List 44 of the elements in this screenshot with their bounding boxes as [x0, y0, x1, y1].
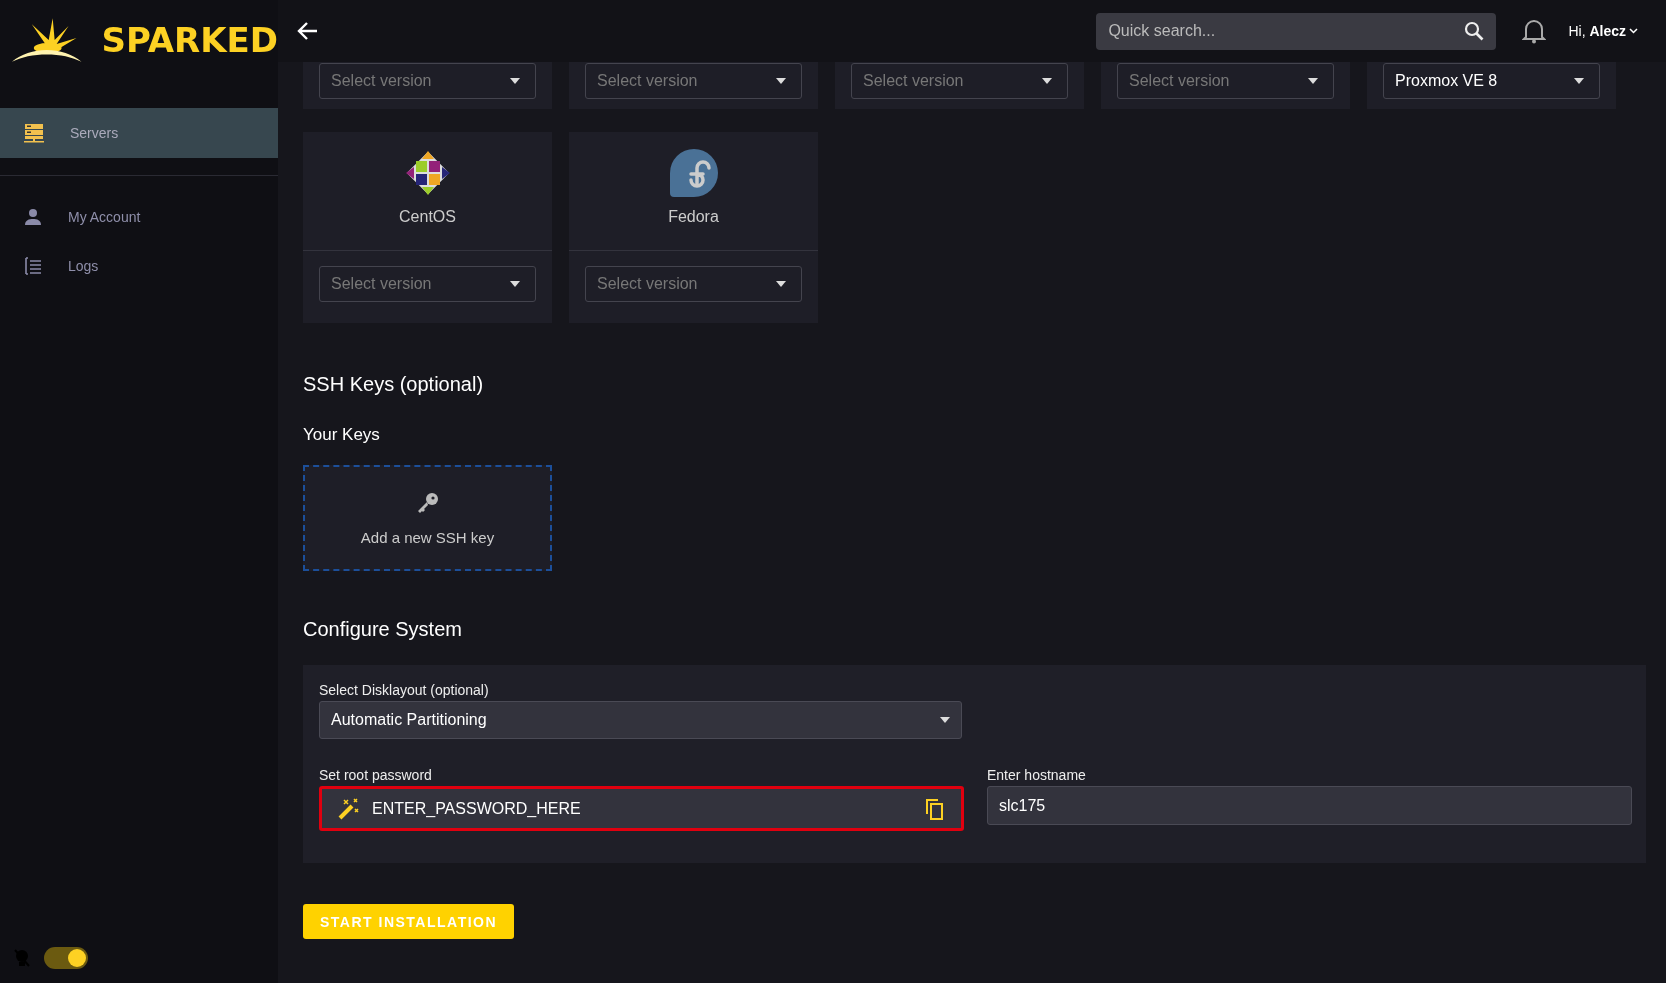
search-field[interactable]: Quick search... [1096, 12, 1497, 50]
search-icon [1464, 21, 1485, 41]
list-icon [24, 257, 42, 275]
version-select[interactable]: Select version [585, 266, 802, 302]
user-menu[interactable]: Hi, Alecz [1568, 23, 1638, 39]
section-title: Configure System [303, 618, 463, 641]
add-ssh-key-button[interactable]: Add a new SSH key [303, 465, 552, 571]
field-label: Enter hostname [987, 767, 1087, 783]
brand-name: SPARKED [101, 20, 278, 60]
version-select[interactable]: Select version [585, 63, 802, 99]
chevron-down-icon [1629, 28, 1638, 34]
caret-icon [510, 78, 520, 84]
infinity-logo-icon [668, 148, 719, 198]
hostname-field[interactable]: slc175 [987, 786, 1632, 825]
version-select[interactable]: Select version [1117, 63, 1334, 99]
back-arrow-icon[interactable] [296, 21, 318, 41]
caret-icon [1574, 78, 1584, 84]
nav-item[interactable]: Servers [0, 108, 278, 158]
caret-icon [1042, 78, 1052, 84]
version-select[interactable]: Select version [851, 63, 1068, 99]
bell-icon[interactable] [1522, 18, 1547, 44]
magic-wand-icon[interactable] [338, 797, 360, 820]
caret-icon [940, 717, 950, 723]
version-select[interactable]: Select version [319, 266, 536, 302]
subsection-title: Your Keys [303, 425, 381, 445]
os-name: Fedora [668, 208, 719, 226]
caret-icon [776, 78, 786, 84]
disk-layout-select[interactable]: Automatic Partitioning [319, 701, 962, 739]
caret-icon [1308, 78, 1318, 84]
copy-icon[interactable] [924, 797, 944, 820]
servers-icon [24, 123, 44, 143]
field-label: Set root password [319, 767, 433, 783]
nav-item[interactable]: Logs [0, 241, 278, 291]
theme-toggle[interactable] [44, 947, 88, 969]
password-field[interactable]: ENTER_PASSWORD_HERE [319, 786, 964, 831]
field-label: Select Disklayout (optional) [319, 682, 490, 698]
caret-icon [776, 281, 786, 287]
person-icon [24, 207, 42, 226]
caret-icon [510, 281, 520, 287]
nav-item[interactable]: My Account [0, 175, 278, 241]
version-select[interactable]: Proxmox VE 8 [1383, 63, 1600, 99]
version-select[interactable]: Select version [319, 63, 536, 99]
section-title: SSH Keys (optional) [303, 373, 485, 396]
os-name: CentOS [399, 208, 456, 226]
